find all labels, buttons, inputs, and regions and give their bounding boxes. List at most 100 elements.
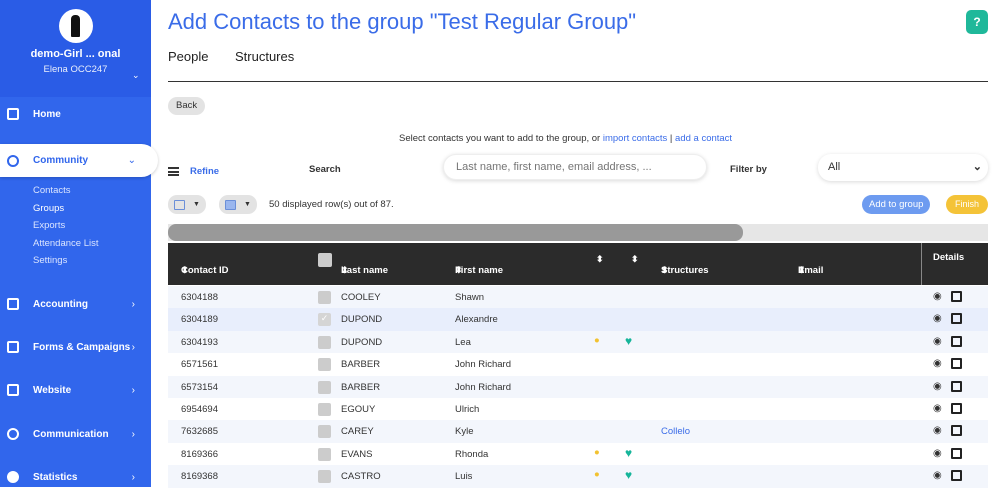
lightbulb-icon: ● [594, 334, 600, 346]
table-row[interactable]: 8169366 EVANS Rhonda ● ♥ ◉ [168, 442, 988, 466]
tab-structures[interactable]: Structures [235, 49, 294, 64]
nav-label: Website [33, 384, 72, 396]
sidebar-item-community[interactable]: Community ⌄ [0, 144, 158, 177]
sort-icon[interactable]: ⬍ [631, 254, 639, 265]
first-name: Shawn [455, 292, 485, 303]
edit-icon[interactable] [951, 470, 962, 482]
row-checkbox[interactable] [318, 358, 331, 372]
chevron-right-icon: › [131, 428, 135, 440]
contact-id: 8169366 [181, 448, 218, 460]
community-icon [7, 154, 19, 167]
nav-label: Statistics [33, 471, 78, 483]
sidebar-item-communication[interactable]: Communication › [0, 421, 151, 447]
table-row[interactable]: 6573154 BARBER John Richard ◉ [168, 375, 988, 398]
last-name: DUPOND [341, 336, 383, 348]
view-eye-icon[interactable]: ◉ [933, 448, 942, 459]
add-contact-link[interactable]: add a contact [675, 133, 732, 144]
sort-icon: ⬍ [798, 265, 806, 275]
edit-icon[interactable] [951, 403, 962, 414]
edit-icon[interactable] [951, 291, 962, 302]
sidebar-item-accounting[interactable]: Accounting › [0, 291, 151, 317]
table-row[interactable]: 6304188 COOLEY Shawn ◉ [168, 286, 988, 309]
first-name: Lea [455, 336, 471, 348]
table-row[interactable]: 8169368 CASTRO Luis ● ♥ ◉ [168, 465, 988, 488]
add-to-group-button[interactable]: Add to group [862, 195, 931, 214]
nav-label: Home [33, 108, 61, 120]
filter-value: All [828, 161, 841, 173]
edit-icon[interactable] [951, 425, 962, 437]
sidebar-item-statistics[interactable]: Statistics › [0, 464, 151, 490]
view-eye-icon[interactable]: ◉ [933, 403, 942, 414]
search-input[interactable] [443, 154, 707, 180]
caret-down-icon: ▼ [244, 201, 251, 208]
tab-people[interactable]: People [168, 49, 208, 64]
row-checkbox[interactable] [318, 335, 331, 349]
table-row[interactable]: 7632685 CAREY Kyle Collelo ◉ [168, 420, 988, 443]
import-contacts-link[interactable]: import contacts [603, 133, 667, 144]
table-row[interactable]: 6954694 EGOUY Ulrich ◉ [168, 398, 988, 421]
view-eye-icon[interactable]: ◉ [933, 358, 942, 369]
row-checkbox[interactable]: ✓ [318, 313, 331, 327]
chevron-right-icon: › [131, 341, 135, 353]
filter-select[interactable]: All ⌄ [818, 154, 988, 181]
row-count: 50 displayed row(s) out of 87. [269, 199, 394, 210]
home-icon [7, 108, 19, 120]
last-name: EVANS [341, 448, 373, 460]
export-dropdown[interactable]: ▼ [219, 195, 257, 214]
horizontal-scrollbar[interactable] [168, 224, 988, 241]
sidebar-sub-groups[interactable]: Groups [33, 203, 64, 214]
account-header[interactable]: demo-Girl ... onal Elena OCC247 ⌄ [0, 0, 151, 97]
sidebar-item-forms[interactable]: Forms & Campaigns › [0, 334, 151, 360]
structure-link[interactable]: Collelo [661, 426, 690, 437]
columns-dropdown[interactable]: ▼ [168, 195, 206, 214]
select-all-checkbox[interactable] [318, 253, 332, 267]
sidebar-item-home[interactable]: Home [0, 101, 151, 127]
table-row[interactable]: 6304193 DUPOND Lea ● ♥ ◉ [168, 330, 988, 354]
view-eye-icon[interactable]: ◉ [933, 470, 942, 481]
finish-button[interactable]: Finish [946, 195, 988, 214]
row-checkbox[interactable] [318, 380, 331, 394]
contact-id: 8169368 [181, 471, 218, 483]
scrollbar-thumb[interactable] [168, 224, 743, 241]
filter-label: Filter by [730, 164, 767, 175]
table-row[interactable]: 6304189 ✓ DUPOND Alexandre ◉ [168, 308, 988, 331]
row-checkbox[interactable] [318, 470, 331, 484]
view-eye-icon[interactable]: ◉ [933, 313, 942, 324]
sidebar-sub-exports[interactable]: Exports [33, 220, 65, 231]
first-name: Luis [455, 471, 473, 483]
table-row[interactable]: 6571561 BARBER John Richard ◉ [168, 353, 988, 376]
row-checkbox[interactable] [318, 425, 331, 439]
row-checkbox[interactable] [318, 291, 331, 304]
help-button[interactable]: ? [966, 10, 988, 34]
back-button[interactable]: Back [168, 97, 206, 115]
edit-icon[interactable] [951, 447, 962, 459]
edit-icon[interactable] [951, 380, 962, 392]
edit-icon[interactable] [951, 335, 962, 347]
nav-label: Forms & Campaigns [33, 341, 131, 353]
view-eye-icon[interactable]: ◉ [933, 291, 942, 302]
view-eye-icon[interactable]: ◉ [933, 336, 942, 347]
last-name: CAREY [341, 426, 374, 438]
refine-button[interactable]: Refine [168, 166, 219, 177]
last-name: DUPOND [341, 314, 383, 326]
edit-icon[interactable] [951, 313, 962, 325]
chevron-down-icon[interactable]: ⌄ [132, 70, 140, 81]
table-header: Contact ID ⬍ Last name ⬍ First name ⬍ ⬍ … [168, 243, 988, 285]
sidebar-item-website[interactable]: Website › [0, 377, 151, 403]
row-checkbox[interactable] [318, 447, 331, 461]
contact-id: 6304193 [181, 336, 218, 348]
view-eye-icon[interactable]: ◉ [933, 381, 942, 392]
row-checkbox[interactable] [318, 403, 331, 416]
sidebar-sub-settings[interactable]: Settings [33, 255, 67, 266]
sidebar-sub-attendance[interactable]: Attendance List [33, 238, 99, 249]
last-name: BARBER [341, 381, 381, 393]
last-name: BARBER [341, 359, 381, 371]
sidebar-sub-contacts[interactable]: Contacts [33, 185, 71, 196]
view-eye-icon[interactable]: ◉ [933, 425, 942, 436]
sort-icon[interactable]: ⬍ [596, 254, 604, 265]
instructions: Select contacts you want to add to the g… [399, 133, 732, 144]
edit-icon[interactable] [951, 358, 962, 370]
first-name: Kyle [455, 426, 474, 438]
print-icon [225, 199, 236, 210]
column-divider [921, 243, 922, 285]
